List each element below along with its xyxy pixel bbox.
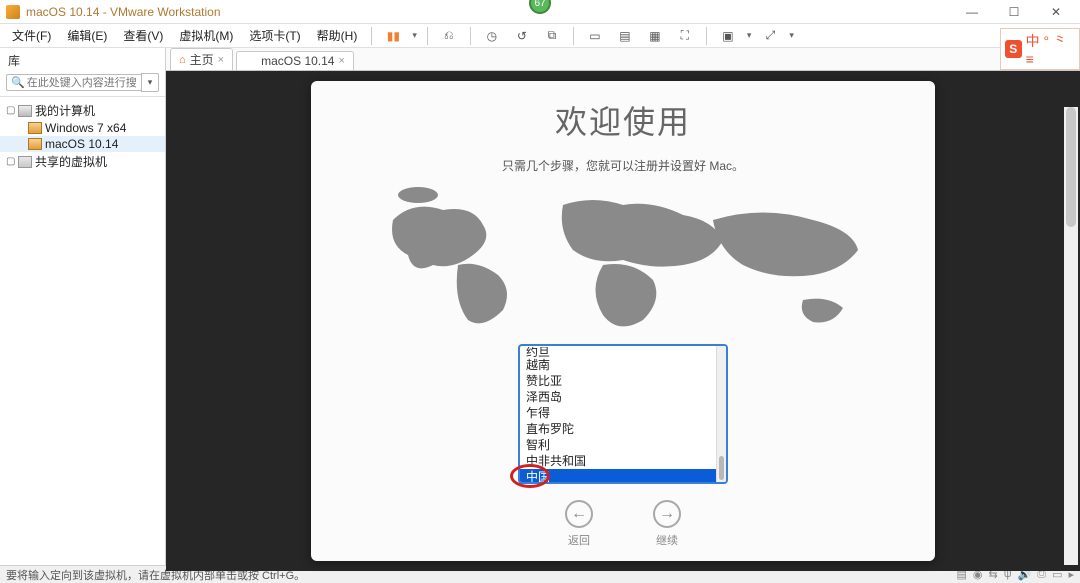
tree-shared-vms[interactable]: ▢ 共享的虚拟机 <box>0 152 165 171</box>
country-item[interactable]: 中国 <box>520 469 716 482</box>
window-title: macOS 10.14 - VMware Workstation <box>26 5 221 19</box>
country-item[interactable]: 越南 <box>520 357 716 373</box>
autofit-dropdown-icon[interactable]: ▾ <box>745 30 754 41</box>
sogou-logo-icon: S <box>1005 40 1022 58</box>
search-input-wrap[interactable]: 🔍 <box>6 74 142 91</box>
continue-button[interactable]: → 继续 <box>653 500 681 548</box>
window-titlebar: macOS 10.14 - VMware Workstation 67 — ☐ … <box>0 0 1080 24</box>
viewport-scrollbar[interactable] <box>1064 107 1078 565</box>
close-tab-icon[interactable]: × <box>338 55 344 67</box>
arrow-right-icon: → <box>653 500 681 528</box>
ime-status-text: 中 ° ⺀ ≡ <box>1026 31 1075 67</box>
console-view-icon[interactable]: ▭ <box>582 26 608 46</box>
tree-label: 我的计算机 <box>35 102 95 119</box>
send-ctrl-alt-del-icon[interactable]: ⎌ <box>436 26 462 46</box>
expand-icon[interactable]: ▢ <box>6 156 18 167</box>
arrow-left-icon: ← <box>565 500 593 528</box>
country-item[interactable]: 智利 <box>520 437 716 453</box>
tree-my-computer[interactable]: ▢ 我的计算机 <box>0 101 165 120</box>
tree-label: Windows 7 x64 <box>45 121 126 135</box>
notification-badge[interactable]: 67 <box>529 0 551 14</box>
tab-macos[interactable]: macOS 10.14 × <box>236 51 354 70</box>
menu-help[interactable]: 帮助(H) <box>311 25 364 46</box>
welcome-subtitle: 只需几个步骤，您就可以注册并设置好 Mac。 <box>502 157 744 174</box>
toolbar-separator <box>706 27 707 45</box>
thumbnail-icon[interactable]: ▦ <box>642 26 668 46</box>
unity-icon[interactable]: ▤ <box>612 26 638 46</box>
vm-viewport[interactable]: 欢迎使用 只需几个步骤，您就可以注册并设置好 Mac。 <box>166 71 1080 571</box>
minimize-button[interactable]: — <box>952 2 992 22</box>
tab-label: macOS 10.14 <box>261 54 334 68</box>
tab-label: 主页 <box>190 51 214 68</box>
menu-tabs[interactable]: 选项卡(T) <box>243 25 306 46</box>
country-item[interactable]: 乍得 <box>520 405 716 421</box>
library-search-input[interactable] <box>27 77 137 89</box>
tree-vm-macos[interactable]: macOS 10.14 <box>0 136 165 152</box>
library-sidebar: 库 🔍 ▾ ▢ 我的计算机 Windows 7 x64 macOS 10.14 <box>0 48 166 565</box>
ime-toolbar[interactable]: S 中 ° ⺀ ≡ <box>1000 28 1080 70</box>
vmware-app-icon <box>6 5 20 19</box>
library-tree: ▢ 我的计算机 Windows 7 x64 macOS 10.14 ▢ 共享的虚… <box>0 97 165 175</box>
vm-icon <box>28 122 42 134</box>
toolbar-separator <box>470 27 471 45</box>
library-header: 库 <box>0 48 165 71</box>
scrollbar-thumb[interactable] <box>719 456 724 480</box>
country-item[interactable]: 泽西岛 <box>520 389 716 405</box>
collapse-icon[interactable]: ▢ <box>6 105 18 116</box>
stretch-icon[interactable]: ⤢ <box>757 26 783 46</box>
fullscreen-icon[interactable]: ⛶ <box>672 26 698 46</box>
country-listbox[interactable]: 约旦越南赞比亚泽西岛乍得直布罗陀智利中非共和国中国 <box>518 344 728 484</box>
menu-edit[interactable]: 编辑(E) <box>61 25 113 46</box>
pause-icon[interactable]: ▮▮ <box>380 26 406 46</box>
tabs-row: ⌂ 主页 × macOS 10.14 × <box>166 48 1080 71</box>
menu-file[interactable]: 文件(F) <box>6 25 57 46</box>
tree-label: macOS 10.14 <box>45 137 118 151</box>
snapshot-icon[interactable]: ◷ <box>479 26 505 46</box>
world-map[interactable] <box>363 180 883 350</box>
revert-icon[interactable]: ↺ <box>509 26 535 46</box>
country-item[interactable]: 直布罗陀 <box>520 421 716 437</box>
vm-icon <box>28 138 42 150</box>
back-label: 返回 <box>568 532 590 548</box>
welcome-title: 欢迎使用 <box>555 97 691 143</box>
search-icon: 🔍 <box>11 76 25 89</box>
tab-home[interactable]: ⌂ 主页 × <box>170 48 233 70</box>
list-scrollbar[interactable] <box>716 346 726 482</box>
close-tab-icon[interactable]: × <box>218 54 224 66</box>
search-dropdown-icon[interactable]: ▾ <box>141 73 159 92</box>
tree-label: 共享的虚拟机 <box>35 153 107 170</box>
home-icon: ⌂ <box>179 54 186 66</box>
stretch-dropdown-icon[interactable]: ▾ <box>787 30 796 41</box>
menu-vm[interactable]: 虚拟机(M) <box>173 25 239 46</box>
world-map-svg <box>363 180 883 350</box>
macos-setup-window: 欢迎使用 只需几个步骤，您就可以注册并设置好 Mac。 <box>311 81 935 561</box>
toolbar-separator <box>427 27 428 45</box>
menubar: 文件(F) 编辑(E) 查看(V) 虚拟机(M) 选项卡(T) 帮助(H) ▮▮… <box>0 24 1080 48</box>
country-item[interactable]: 赞比亚 <box>520 373 716 389</box>
computer-icon <box>18 105 32 117</box>
menu-view[interactable]: 查看(V) <box>117 25 169 46</box>
main-area: ⌂ 主页 × macOS 10.14 × 欢迎使用 只需几个步骤，您就可以注册并… <box>166 48 1080 565</box>
country-item[interactable]: 中非共和国 <box>520 453 716 469</box>
continue-label: 继续 <box>656 532 678 548</box>
folder-icon <box>18 156 32 168</box>
vm-icon <box>245 55 257 67</box>
manage-snapshot-icon[interactable]: ⧉ <box>539 26 565 46</box>
close-button[interactable]: ✕ <box>1036 2 1076 22</box>
toolbar-separator <box>371 27 372 45</box>
scrollbar-thumb[interactable] <box>1066 107 1076 227</box>
autofit-icon[interactable]: ▣ <box>715 26 741 46</box>
pause-dropdown-icon[interactable]: ▾ <box>410 30 419 41</box>
back-button[interactable]: ← 返回 <box>565 500 593 548</box>
toolbar-separator <box>573 27 574 45</box>
tree-vm-windows7[interactable]: Windows 7 x64 <box>0 120 165 136</box>
country-item[interactable]: 约旦 <box>520 347 716 357</box>
maximize-button[interactable]: ☐ <box>994 2 1034 22</box>
